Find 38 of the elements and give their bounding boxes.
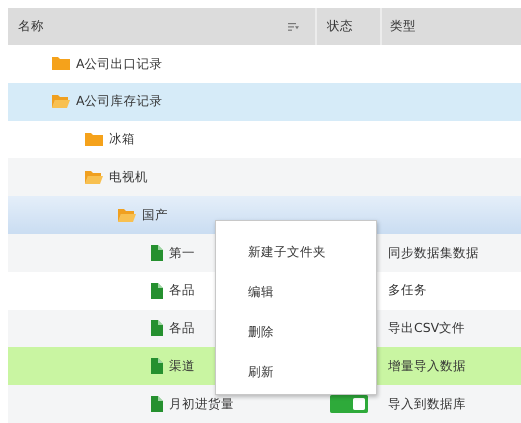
- menu-item[interactable]: 编辑: [216, 272, 376, 312]
- folder-name[interactable]: 冰箱: [109, 130, 135, 149]
- file-name[interactable]: 各品: [169, 281, 195, 300]
- file-icon: [151, 244, 163, 261]
- folder-name[interactable]: 国产: [142, 206, 168, 224]
- folder-name[interactable]: A公司出口记录: [76, 54, 163, 74]
- menu-item[interactable]: 删除: [216, 312, 376, 352]
- file-name[interactable]: 月初进货量: [169, 394, 234, 414]
- column-header[interactable]: 类型: [390, 17, 416, 36]
- tree-row[interactable]: 各品: [8, 272, 215, 310]
- file-icon: [151, 282, 163, 299]
- tree-row[interactable]: 国产: [8, 196, 215, 234]
- file-icon: [151, 396, 163, 412]
- column-header[interactable]: 状态: [327, 17, 353, 36]
- type-cell: 导出CSV文件: [377, 310, 521, 348]
- type-cell-text: 多任务: [387, 281, 428, 300]
- tree-row[interactable]: 渠道: [8, 347, 215, 386]
- file-name[interactable]: 渠道: [169, 356, 195, 376]
- file-name[interactable]: 第一: [169, 244, 195, 262]
- tree-row[interactable]: 冰箱: [8, 120, 215, 158]
- file-icon: [151, 358, 163, 374]
- type-cell: 同步数据集数据: [377, 234, 521, 272]
- tree-row[interactable]: 第一: [8, 234, 215, 272]
- tree-row[interactable]: A公司库存记录: [8, 82, 215, 121]
- file-icon: [151, 320, 163, 336]
- type-cell: 导入到数据库: [377, 385, 521, 423]
- file-name[interactable]: 各品: [169, 319, 195, 338]
- type-cell: 增量导入数据: [377, 347, 521, 386]
- folder-name[interactable]: 电视机: [109, 168, 148, 187]
- sort-icon[interactable]: [288, 22, 299, 31]
- menu-item[interactable]: 新建子文件夹: [216, 232, 376, 272]
- toggle-switch[interactable]: [330, 395, 368, 414]
- column-header[interactable]: 名称: [18, 17, 44, 36]
- folder-name[interactable]: A公司库存记录: [76, 92, 163, 112]
- tree-row[interactable]: A公司出口记录: [8, 45, 215, 83]
- tree-row[interactable]: 各品: [8, 310, 215, 348]
- tree-row[interactable]: 月初进货量: [8, 385, 238, 423]
- tree-row[interactable]: 电视机: [8, 158, 215, 196]
